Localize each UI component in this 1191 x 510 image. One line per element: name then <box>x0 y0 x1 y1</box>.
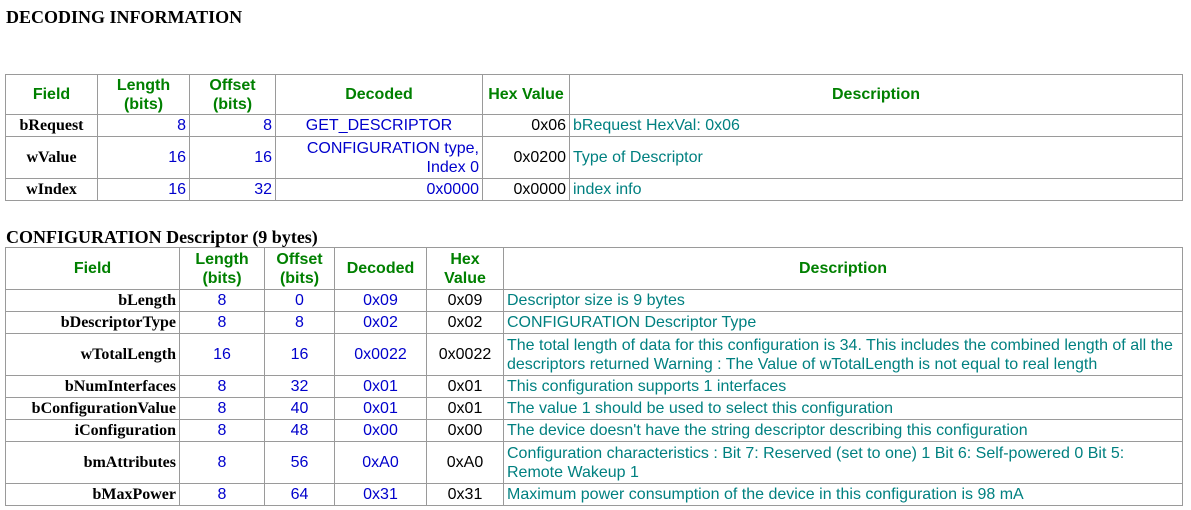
field-cell: wValue <box>5 136 98 179</box>
table-row: wValue 16 16 CONFIGURATION type, Index 0… <box>5 136 1183 179</box>
table-row: bConfigurationValue 8 40 0x01 0x01 The v… <box>5 397 1183 420</box>
col-header-offset: Offset (bits) <box>189 74 276 115</box>
table-row: bMaxPower 8 64 0x31 0x31 Maximum power c… <box>5 483 1183 506</box>
length-cell: 8 <box>179 483 265 506</box>
decoded-cell: 0x01 <box>334 397 427 420</box>
length-cell: 8 <box>179 441 265 484</box>
decoding-table: Field Length (bits) Offset (bits) Decode… <box>5 74 1183 201</box>
length-cell: 8 <box>179 311 265 334</box>
offset-cell: 32 <box>264 375 335 398</box>
offset-cell: 8 <box>264 311 335 334</box>
col-header-length: Length (bits) <box>97 74 190 115</box>
hex-cell: 0x06 <box>482 114 570 137</box>
length-cell: 8 <box>179 289 265 312</box>
decoded-cell: 0x00 <box>334 419 427 442</box>
field-cell: wIndex <box>5 178 98 201</box>
table-row: wIndex 16 32 0x0000 0x0000 index info <box>5 178 1183 201</box>
col-header-hex: Hex Value <box>426 247 504 290</box>
field-cell: iConfiguration <box>5 419 180 442</box>
description-cell: Descriptor size is 9 bytes <box>503 289 1183 312</box>
decoded-cell: 0x0000 <box>275 178 483 201</box>
offset-cell: 8 <box>189 114 276 137</box>
col-header-description: Description <box>569 74 1183 115</box>
field-cell: bLength <box>5 289 180 312</box>
description-cell: The value 1 should be used to select thi… <box>503 397 1183 420</box>
table-row: bNumInterfaces 8 32 0x01 0x01 This confi… <box>5 375 1183 398</box>
page-title: DECODING INFORMATION <box>6 7 243 27</box>
offset-cell: 0 <box>264 289 335 312</box>
hex-cell: 0x02 <box>426 311 504 334</box>
hex-cell: 0x01 <box>426 397 504 420</box>
offset-cell: 56 <box>264 441 335 484</box>
description-cell: Type of Descriptor <box>569 136 1183 179</box>
col-header-decoded: Decoded <box>275 74 483 115</box>
field-cell: bMaxPower <box>5 483 180 506</box>
hex-cell: 0x0000 <box>482 178 570 201</box>
description-cell: CONFIGURATION Descriptor Type <box>503 311 1183 334</box>
table-row: iConfiguration 8 48 0x00 0x00 The device… <box>5 419 1183 442</box>
description-cell: Configuration characteristics : Bit 7: R… <box>503 441 1183 484</box>
description-cell: The device doesn't have the string descr… <box>503 419 1183 442</box>
hex-cell: 0x31 <box>426 483 504 506</box>
col-header-hex: Hex Value <box>482 74 570 115</box>
section-title: CONFIGURATION Descriptor (9 bytes) <box>6 227 318 247</box>
length-cell: 16 <box>179 333 265 376</box>
decoded-cell: 0x01 <box>334 375 427 398</box>
decoded-cell: 0x09 <box>334 289 427 312</box>
decoded-cell: 0xA0 <box>334 441 427 484</box>
configuration-descriptor-table: Field Length (bits) Offset (bits) Decode… <box>5 247 1183 506</box>
field-cell: bNumInterfaces <box>5 375 180 398</box>
hex-cell: 0x0022 <box>426 333 504 376</box>
hex-cell: 0x01 <box>426 375 504 398</box>
table-row: bLength 8 0 0x09 0x09 Descriptor size is… <box>5 289 1183 312</box>
table-row: bDescriptorType 8 8 0x02 0x02 CONFIGURAT… <box>5 311 1183 334</box>
offset-cell: 16 <box>264 333 335 376</box>
length-cell: 16 <box>97 178 190 201</box>
offset-cell: 64 <box>264 483 335 506</box>
header-row: Field Length (bits) Offset (bits) Decode… <box>5 74 1183 115</box>
decoded-cell: 0x0022 <box>334 333 427 376</box>
col-header-field: Field <box>5 247 180 290</box>
length-cell: 8 <box>179 375 265 398</box>
offset-cell: 16 <box>189 136 276 179</box>
hex-cell: 0x09 <box>426 289 504 312</box>
decoded-cell: GET_DESCRIPTOR <box>275 114 483 137</box>
description-cell: Maximum power consumption of the device … <box>503 483 1183 506</box>
decoded-cell: CONFIGURATION type, Index 0 <box>275 136 483 179</box>
field-cell: bConfigurationValue <box>5 397 180 420</box>
length-cell: 8 <box>179 419 265 442</box>
decoded-cell: 0x31 <box>334 483 427 506</box>
offset-cell: 48 <box>264 419 335 442</box>
description-cell: This configuration supports 1 interfaces <box>503 375 1183 398</box>
col-header-description: Description <box>503 247 1183 290</box>
length-cell: 16 <box>97 136 190 179</box>
description-cell: The total length of data for this config… <box>503 333 1183 376</box>
hex-cell: 0x0200 <box>482 136 570 179</box>
field-cell: wTotalLength <box>5 333 180 376</box>
col-header-length: Length (bits) <box>179 247 265 290</box>
table-row: wTotalLength 16 16 0x0022 0x0022 The tot… <box>5 333 1183 376</box>
table-row: bmAttributes 8 56 0xA0 0xA0 Configuratio… <box>5 441 1183 484</box>
description-cell: bRequest HexVal: 0x06 <box>569 114 1183 137</box>
offset-cell: 40 <box>264 397 335 420</box>
col-header-field: Field <box>5 74 98 115</box>
hex-cell: 0x00 <box>426 419 504 442</box>
length-cell: 8 <box>97 114 190 137</box>
col-header-offset: Offset (bits) <box>264 247 335 290</box>
offset-cell: 32 <box>189 178 276 201</box>
description-cell: index info <box>569 178 1183 201</box>
field-cell: bRequest <box>5 114 98 137</box>
length-cell: 8 <box>179 397 265 420</box>
table-row: bRequest 8 8 GET_DESCRIPTOR 0x06 bReques… <box>5 114 1183 137</box>
field-cell: bDescriptorType <box>5 311 180 334</box>
field-cell: bmAttributes <box>5 441 180 484</box>
header-row: Field Length (bits) Offset (bits) Decode… <box>5 247 1183 290</box>
hex-cell: 0xA0 <box>426 441 504 484</box>
decoded-cell: 0x02 <box>334 311 427 334</box>
col-header-decoded: Decoded <box>334 247 427 290</box>
